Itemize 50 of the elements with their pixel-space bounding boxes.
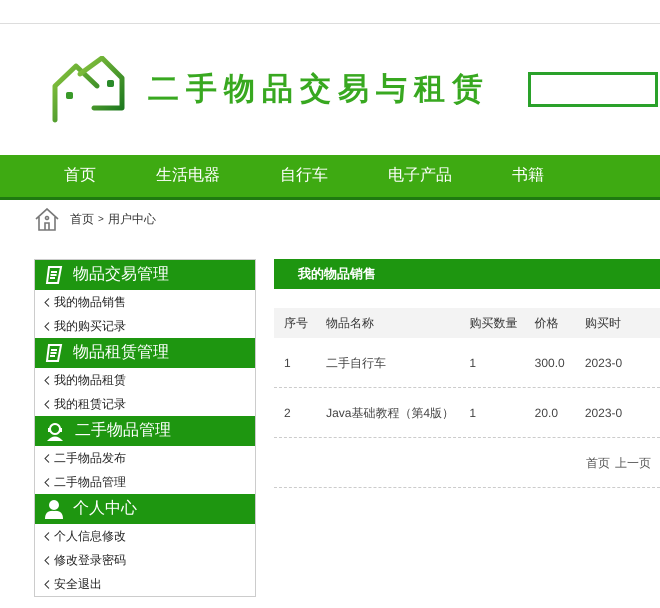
- document-icon: [45, 265, 63, 285]
- table-cell-text: 2023-0: [584, 404, 624, 422]
- table-cell-text: 300.0: [534, 354, 566, 372]
- panel-title: 我的物品销售: [274, 259, 660, 289]
- site-title: 二手物品交易与租赁: [148, 70, 490, 110]
- chevron-left-icon: [44, 454, 50, 462]
- sidebar-link[interactable]: 我的租赁记录: [54, 395, 126, 413]
- headset-person-icon: [45, 421, 65, 441]
- column-header: 价格: [534, 315, 560, 332]
- table-cell-text: 二手自行车: [326, 354, 388, 372]
- column-header: 物品名称: [326, 315, 376, 332]
- section-title: 二手物品管理: [75, 420, 171, 441]
- chevron-left-icon: [44, 532, 50, 540]
- column-header: 序号: [284, 315, 309, 332]
- person-icon: [45, 499, 63, 519]
- document-icon: [45, 343, 63, 363]
- sidebar-link[interactable]: 我的物品租赁: [54, 371, 126, 389]
- chevron-left-icon: [44, 556, 50, 564]
- search-field[interactable]: [528, 72, 658, 107]
- table-cell-text: 1: [469, 354, 477, 372]
- breadcrumb-link[interactable]: 用户中心: [108, 210, 156, 228]
- chevron-left-icon: [44, 580, 50, 588]
- chevron-left-icon: [44, 376, 50, 384]
- home-icon: [34, 207, 60, 231]
- table-cell-text: 20.0: [534, 404, 560, 422]
- pagination-link[interactable]: 上一页: [615, 454, 651, 472]
- chevron-left-icon: [44, 322, 50, 330]
- sidebar-link[interactable]: 二手物品管理: [54, 473, 126, 491]
- section-title: 个人中心: [73, 498, 137, 519]
- table-cell-text: 1: [469, 404, 477, 422]
- section-title: 物品租赁管理: [73, 343, 169, 363]
- table-cell-text: 2: [284, 404, 292, 422]
- breadcrumb-separator: >: [98, 212, 104, 226]
- table-cell-text: Java基础教程（第4版）: [326, 404, 456, 422]
- chevron-left-icon: [44, 478, 50, 486]
- sidebar-link[interactable]: 安全退出: [54, 575, 102, 593]
- column-header: 购买时: [584, 315, 622, 332]
- sidebar-link[interactable]: 二手物品发布: [54, 449, 126, 467]
- sidebar-link[interactable]: 我的购买记录: [54, 317, 126, 335]
- table-cell-text: 1: [284, 354, 292, 372]
- sidebar-link[interactable]: 我的物品销售: [54, 293, 126, 311]
- sidebar-link[interactable]: 修改登录密码: [54, 551, 126, 569]
- column-header: 购买数量: [469, 315, 518, 332]
- chevron-left-icon: [44, 298, 50, 306]
- sidebar-link[interactable]: 个人信息修改: [54, 527, 126, 545]
- section-title: 物品交易管理: [73, 264, 169, 285]
- table-cell-text: 2023-0: [584, 354, 624, 372]
- chevron-left-icon: [44, 400, 50, 408]
- pagination-link[interactable]: 首页: [586, 454, 610, 472]
- breadcrumb-link[interactable]: 首页: [70, 210, 94, 228]
